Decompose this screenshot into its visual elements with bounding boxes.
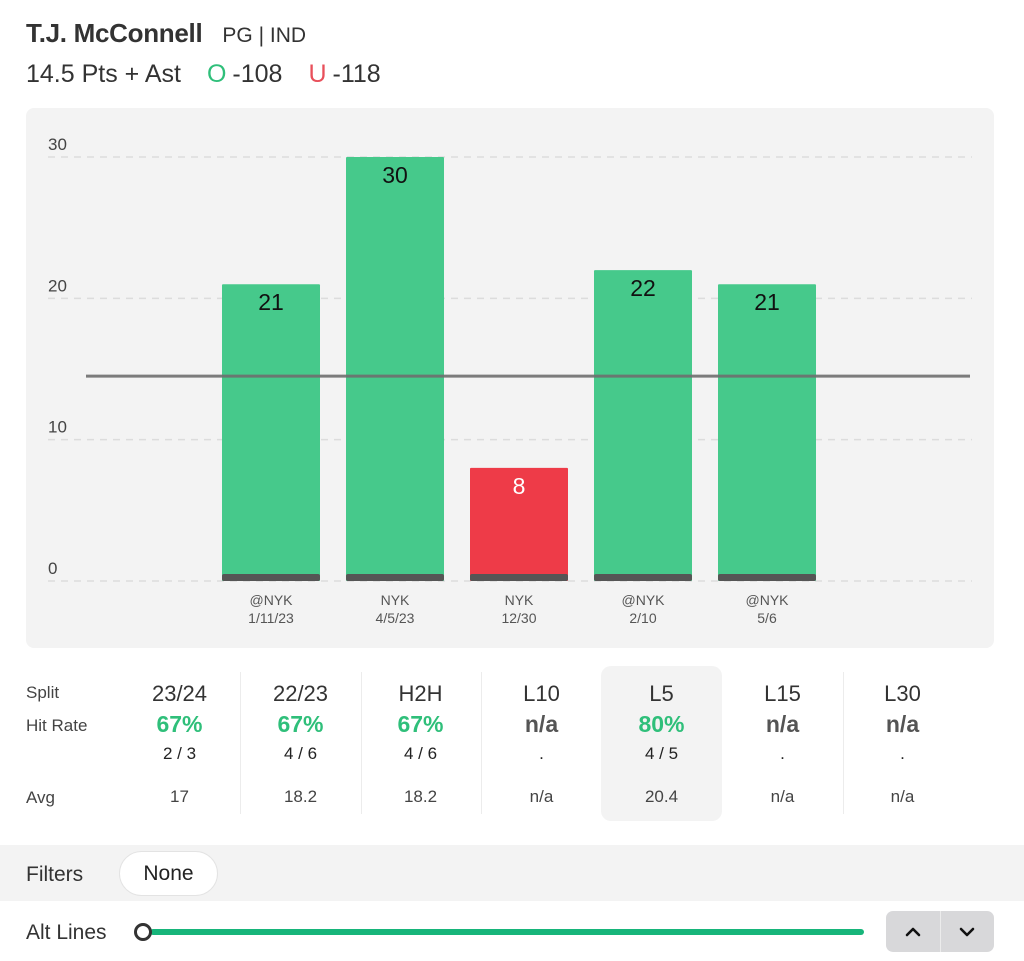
under-odds-value: -118 [332,60,381,88]
split-average: n/a [529,787,554,806]
split-average: 17 [170,787,189,806]
y-tick-label: 0 [48,559,57,578]
step-down-button[interactable] [941,911,995,952]
step-up-button[interactable] [886,911,941,952]
split-hit-rate: 67% [277,711,324,737]
y-tick-label: 30 [48,135,67,154]
bar-4 [718,284,816,581]
split-column-2324[interactable]: 23/24 67% 2 / 3 17 [119,666,241,821]
split-name: 23/24 [151,681,208,706]
x-label-opponent: @NYK [746,592,790,608]
bar-base-strip [346,574,444,581]
x-label-date: 1/11/23 [248,610,294,626]
split-name: 22/23 [272,681,329,706]
split-average: n/a [890,787,915,806]
over-icon: O [206,60,227,88]
split-hit-count: 4 / 5 [644,744,679,763]
over-odds-value: -108 [232,60,283,88]
split-name: L10 [523,681,560,706]
split-hit-count: 4 / 6 [283,744,318,763]
alt-lines-control: Alt Lines [0,901,1024,961]
filter-none-chip[interactable]: None [119,851,218,896]
player-name: T.J. McConnell [26,18,203,48]
x-label-date: 12/30 [501,610,536,626]
split-hit-count: 2 / 3 [162,744,197,763]
y-tick-label: 20 [48,276,67,295]
bar-value-label: 21 [258,289,284,315]
bar-value-label: 21 [754,289,780,315]
split-average: 18.2 [403,787,438,806]
bar-0 [222,284,320,581]
split-column-l10[interactable]: L10 n/a. n/a [481,666,602,821]
split-name: L30 [884,681,921,706]
alt-lines-label: Alt Lines [26,921,107,944]
bar-value-label: 30 [382,162,408,188]
split-hit-count: 4 / 6 [403,744,438,763]
header: T.J. McConnell PG | IND 14.5 Pts + Ast O… [26,18,407,89]
bar-base-strip [222,574,320,581]
split-column-l5[interactable]: L5 80% 4 / 5 20.4 [601,666,722,821]
split-row-label: Split [26,683,60,702]
chevron-down-icon [959,927,975,936]
split-column-h2h[interactable]: H2H 67% 4 / 6 18.2 [360,666,482,821]
bar-base-strip [470,574,568,581]
split-hit-count: . [539,744,544,763]
split-column-l30[interactable]: L30 n/a. n/a [842,666,963,821]
over-odds[interactable]: O -108 [207,60,283,89]
split-hit-rate: 80% [638,711,685,737]
x-label-opponent: @NYK [622,592,666,608]
split-hit-rate: n/a [765,711,800,737]
under-odds[interactable]: U -118 [308,60,380,89]
split-name: H2H [398,681,443,706]
x-label-opponent: NYK [505,592,534,608]
x-label-opponent: NYK [381,592,410,608]
game-log-chart: 0 10 20 30 21 @NYK 1/11/23 30 NYK 4/5/23 8 NYK 12/30… [26,108,994,648]
player-position-team: PG | IND [222,24,307,47]
y-tick-label: 10 [48,418,67,437]
alt-lines-slider-track[interactable] [150,929,864,935]
split-average: n/a [770,787,795,806]
x-label-date: 4/5/23 [376,610,415,626]
bar-base-strip [594,574,692,581]
bar-base-strip [718,574,816,581]
filters-bar: Filters None [0,845,1024,901]
split-average: 20.4 [644,787,679,806]
x-label-opponent: @NYK [250,592,294,608]
split-hit-count: . [780,744,785,763]
chevron-up-icon [905,927,921,936]
x-label-date: 5/6 [757,610,777,626]
split-hit-rate: n/a [885,711,920,737]
alt-lines-slider-thumb[interactable] [134,923,152,941]
splits-table: Split Hit Rate Avg 23/24 67% 2 / 3 17 22/23 6… [0,666,1024,821]
alt-lines-stepper [886,911,994,952]
hit-rate-row-label: Hit Rate [26,716,88,735]
under-icon: U [308,60,327,88]
avg-row-label: Avg [26,788,55,807]
split-column-l15[interactable]: L15 n/a. n/a [722,666,844,821]
split-name: L5 [649,681,674,706]
bar-3 [594,270,692,581]
x-label-date: 2/10 [629,610,656,626]
split-name: L15 [764,681,801,706]
split-hit-rate: 67% [156,711,203,737]
bar-1 [346,157,444,581]
bar-value-label: 22 [630,275,656,301]
filters-label: Filters [26,863,84,886]
split-hit-rate: 67% [397,711,444,737]
split-average: 18.2 [283,787,318,806]
bar-value-label: 8 [513,473,526,499]
bar-chart-svg: 0 10 20 30 21 @NYK 1/11/23 30 NYK 4/5/23 8 NYK 12/30… [48,135,972,626]
split-hit-count: . [900,744,905,763]
split-column-2223[interactable]: 22/23 67% 4 / 6 18.2 [240,666,362,821]
prop-line-label: 14.5 Pts + Ast [26,60,181,88]
split-hit-rate: n/a [524,711,559,737]
